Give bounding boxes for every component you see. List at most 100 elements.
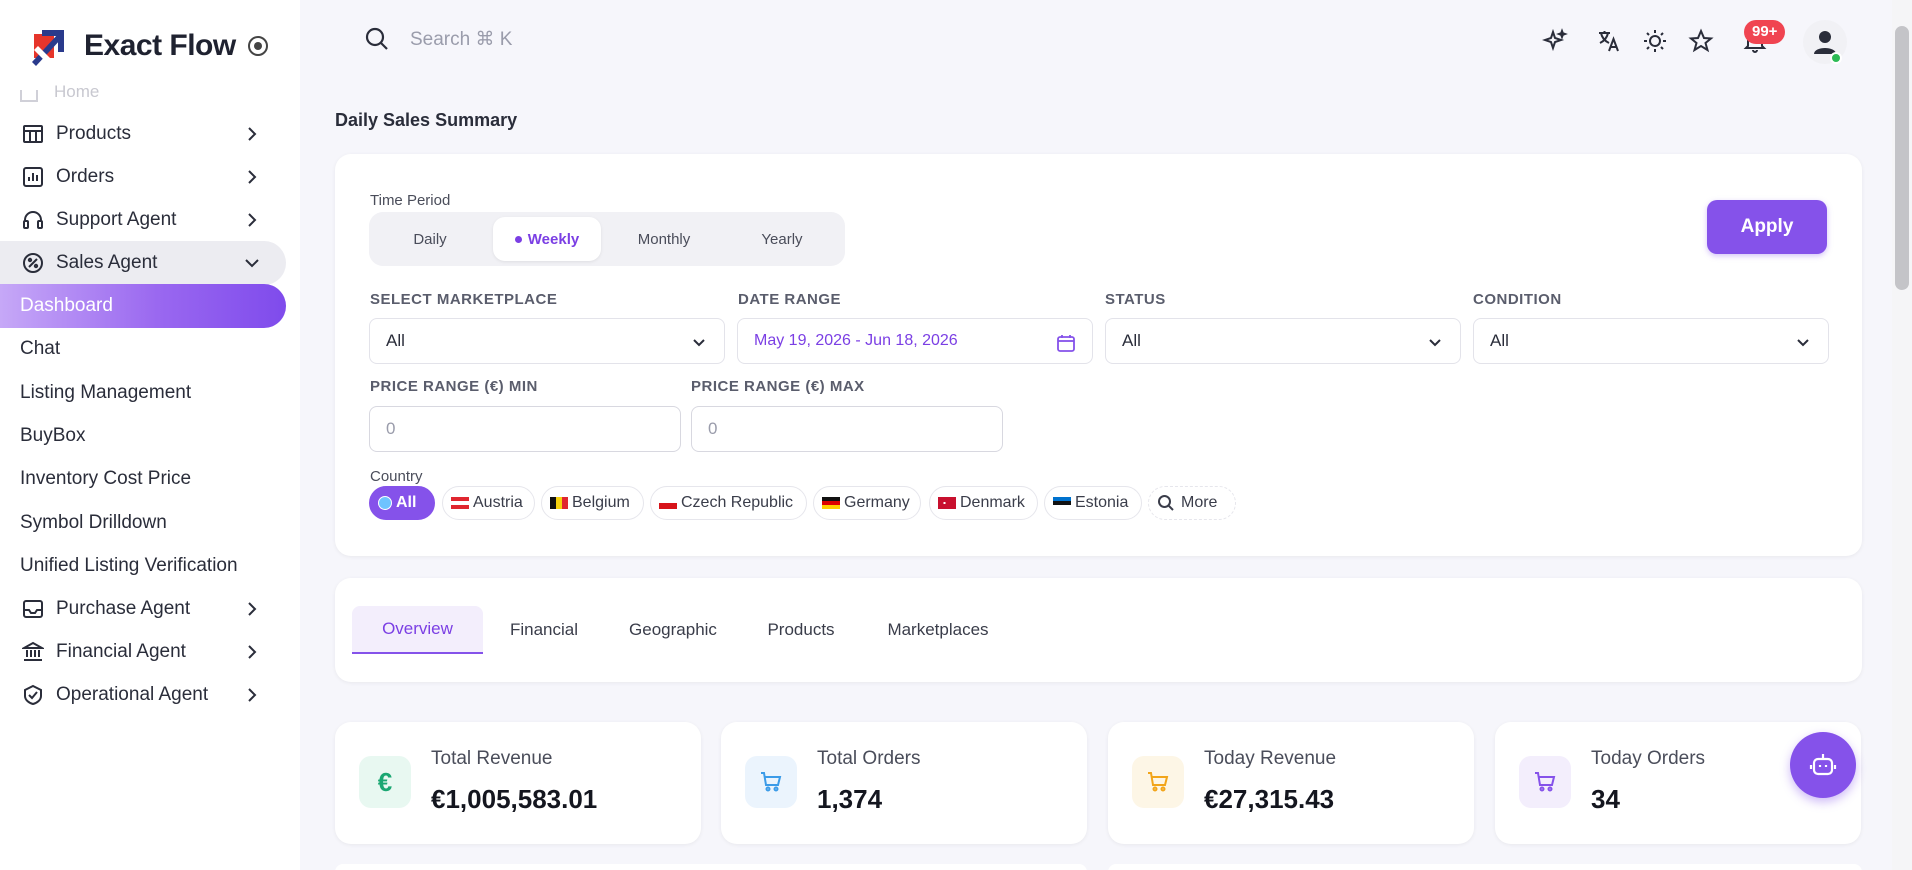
- sidebar-item-label: Dashboard: [20, 295, 113, 316]
- chevron-down-icon: [1797, 339, 1809, 347]
- sidebar-item-symbol-drilldown[interactable]: Symbol Drilldown: [0, 501, 286, 545]
- radio-dot-icon[interactable]: [247, 36, 268, 56]
- sidebar-item-financial-agent[interactable]: Financial Agent: [0, 630, 286, 674]
- tab-products[interactable]: Products: [751, 606, 851, 654]
- stat-value: €27,315.43: [1204, 784, 1335, 814]
- notification-badge: 99+: [1744, 20, 1786, 44]
- partial-card: [1108, 864, 1862, 870]
- sidebar-item-label: Unified Listing Verification: [20, 555, 238, 576]
- time-period-label: Time Period: [370, 192, 451, 209]
- globe-icon: [378, 496, 392, 510]
- translate-icon[interactable]: [1594, 26, 1624, 56]
- sidebar-item-unified-listing-verification[interactable]: Unified Listing Verification: [0, 544, 286, 588]
- country-chip-denmark[interactable]: Denmark: [929, 486, 1038, 520]
- chevron-right-icon: [248, 213, 257, 227]
- status-label: STATUS: [1105, 291, 1166, 308]
- sidebar-item-label: Purchase Agent: [56, 598, 191, 619]
- inbox-icon: [20, 596, 46, 622]
- scrollbar-thumb[interactable]: [1895, 26, 1909, 290]
- marketplace-label: SELECT MARKETPLACE: [370, 291, 558, 308]
- country-chip-more[interactable]: More: [1148, 486, 1236, 520]
- sidebar-item-support-agent[interactable]: Support Agent: [0, 198, 286, 242]
- sidebar-item-home-partial[interactable]: Home: [20, 84, 99, 102]
- grid-icon: [20, 121, 46, 147]
- sidebar-item-products[interactable]: Products: [0, 112, 286, 156]
- search-icon: [365, 27, 388, 50]
- chevron-down-icon: [245, 259, 259, 268]
- percent-badge-icon: [20, 250, 46, 276]
- date-range-label: DATE RANGE: [738, 291, 842, 308]
- sidebar-item-chat[interactable]: Chat: [0, 327, 286, 371]
- search-input[interactable]: Search ⌘ K: [410, 28, 512, 51]
- sidebar-item-sales-agent[interactable]: Sales Agent: [0, 241, 286, 285]
- stat-title: Today Revenue: [1204, 748, 1337, 769]
- star-icon[interactable]: [1686, 26, 1716, 56]
- country-chip-austria[interactable]: Austria: [442, 486, 535, 520]
- period-daily[interactable]: Daily: [375, 217, 485, 261]
- tab-financial[interactable]: Financial: [495, 606, 593, 654]
- price-min-label: PRICE RANGE (€) MIN: [370, 378, 538, 395]
- country-chip-all[interactable]: All: [369, 486, 435, 520]
- sidebar-item-operational-agent[interactable]: Operational Agent: [0, 673, 286, 717]
- country-chip-czech-republic[interactable]: Czech Republic: [650, 486, 807, 520]
- chevron-right-icon: [248, 170, 257, 184]
- sidebar-item-label: Listing Management: [20, 382, 192, 403]
- sidebar-item-label: Symbol Drilldown: [20, 512, 167, 533]
- sidebar-item-inventory-cost-price[interactable]: Inventory Cost Price: [0, 457, 286, 501]
- sun-icon[interactable]: [1640, 26, 1670, 56]
- robot-icon: [1809, 754, 1837, 776]
- tab-marketplaces[interactable]: Marketplaces: [873, 606, 1003, 654]
- stat-card-total-revenue: € Total Revenue €1,005,583.01: [335, 722, 701, 844]
- country-chip-germany[interactable]: Germany: [813, 486, 921, 520]
- sidebar-item-label: Chat: [20, 338, 61, 359]
- denmark-flag-icon: [938, 497, 956, 509]
- sidebar-item-label: Products: [56, 123, 131, 144]
- czech-flag-icon: [659, 497, 677, 509]
- search-box[interactable]: Search ⌘ K: [364, 26, 512, 52]
- price-max-input[interactable]: 0: [691, 406, 1003, 452]
- calendar-icon: [1057, 335, 1075, 352]
- sidebar-item-label: Sales Agent: [56, 252, 158, 273]
- country-chip-belgium[interactable]: Belgium: [541, 486, 644, 520]
- date-range-picker[interactable]: May 19, 2026 - Jun 18, 2026: [737, 318, 1093, 364]
- country-chip-estonia[interactable]: Estonia: [1044, 486, 1142, 520]
- sidebar-item-dashboard[interactable]: Dashboard: [0, 284, 286, 328]
- cart-icon: [1519, 756, 1571, 808]
- sidebar-item-buybox[interactable]: BuyBox: [0, 414, 286, 458]
- sidebar-item-orders[interactable]: Orders: [0, 155, 286, 199]
- period-weekly[interactable]: Weekly: [493, 217, 601, 261]
- sidebar-nav: Home Products Orders Support Agent Sales…: [0, 84, 300, 870]
- chevron-down-icon: [1429, 339, 1441, 347]
- sidebar-item-label: Orders: [56, 166, 115, 187]
- chevron-down-icon: [693, 339, 705, 347]
- euro-icon: €: [359, 756, 411, 808]
- status-select[interactable]: All: [1105, 318, 1461, 364]
- marketplace-select[interactable]: All: [369, 318, 725, 364]
- tab-overview[interactable]: Overview: [352, 606, 483, 654]
- period-yearly[interactable]: Yearly: [727, 217, 837, 261]
- stat-card-today-revenue: Today Revenue €27,315.43: [1108, 722, 1474, 844]
- tab-geographic[interactable]: Geographic: [617, 606, 729, 654]
- partial-card: [335, 864, 1087, 870]
- price-min-input[interactable]: 0: [369, 406, 681, 452]
- stat-title: Total Orders: [817, 748, 921, 769]
- chatbot-button[interactable]: [1790, 732, 1856, 798]
- brand[interactable]: Exact Flow: [28, 24, 268, 68]
- sidebar-item-purchase-agent[interactable]: Purchase Agent: [0, 587, 286, 631]
- time-period-toggle: Daily Weekly Monthly Yearly: [369, 212, 845, 266]
- chevron-right-icon: [248, 688, 257, 702]
- stat-title: Total Revenue: [431, 748, 553, 769]
- sidebar-item-listing-management[interactable]: Listing Management: [0, 371, 286, 415]
- germany-flag-icon: [822, 497, 840, 509]
- bank-icon: [20, 639, 46, 665]
- chart-icon: [20, 164, 46, 190]
- period-monthly[interactable]: Monthly: [609, 217, 719, 261]
- sidebar-item-label: Support Agent: [56, 209, 177, 230]
- scrollbar[interactable]: [1892, 0, 1912, 870]
- sparkle-icon[interactable]: [1540, 26, 1570, 56]
- cart-icon: [1132, 756, 1184, 808]
- apply-button[interactable]: Apply: [1707, 200, 1827, 254]
- country-label: Country: [370, 468, 423, 485]
- condition-select[interactable]: All: [1473, 318, 1829, 364]
- austria-flag-icon: [451, 497, 469, 509]
